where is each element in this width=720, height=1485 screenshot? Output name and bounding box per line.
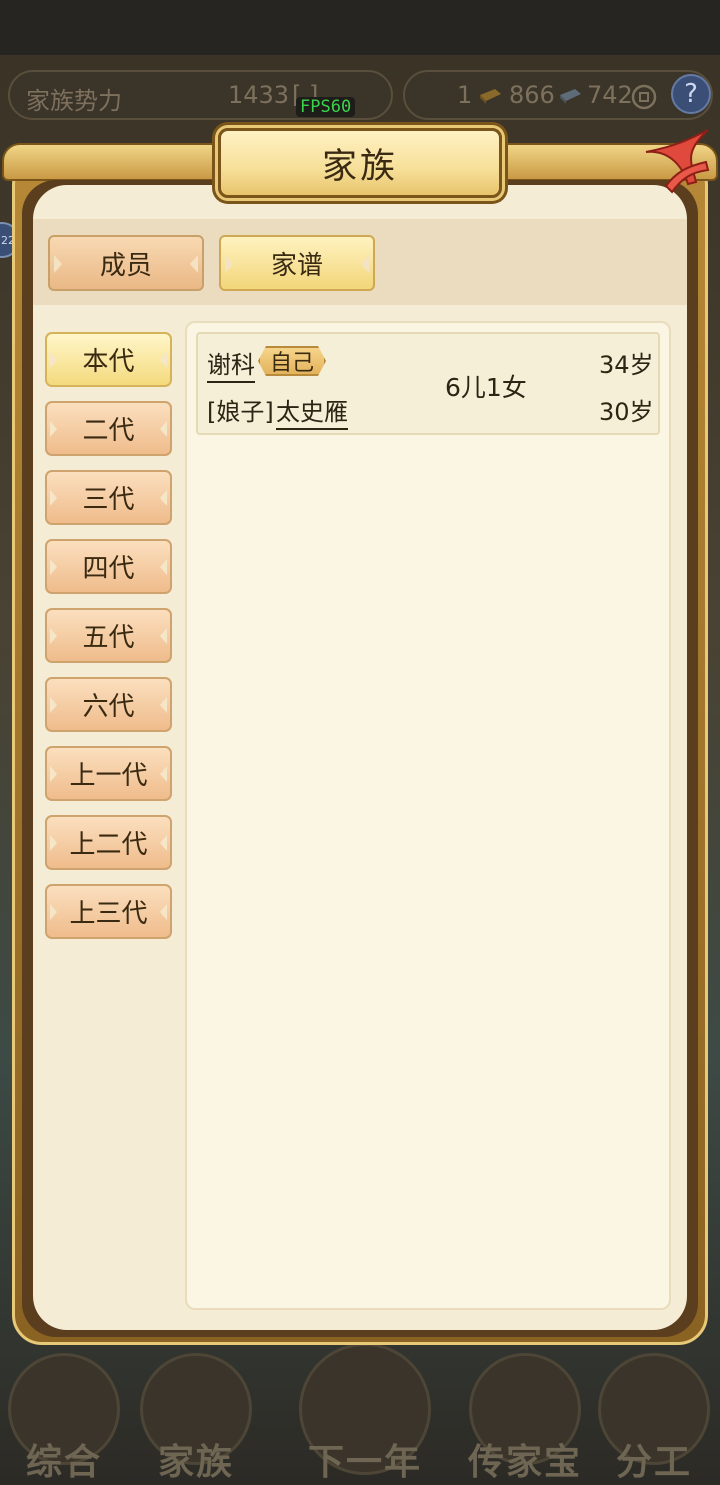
close-button[interactable]: [636, 122, 718, 200]
pedigree-list: [185, 321, 671, 1310]
nav-label: 下一年: [307, 1442, 422, 1483]
gold-value: 866: [509, 81, 555, 109]
nav-family[interactable]: 家族: [136, 1353, 256, 1483]
close-icon: [645, 129, 710, 194]
fps-counter: FPS60: [296, 97, 356, 117]
nav-label: 传家宝: [467, 1442, 582, 1483]
generation-previous-1[interactable]: 上一代: [45, 746, 172, 801]
generation-3[interactable]: 三代: [45, 470, 172, 525]
generation-4[interactable]: 四代: [45, 539, 172, 594]
tab-pedigree[interactable]: 家谱: [219, 235, 375, 291]
nav-heirloom[interactable]: 传家宝: [465, 1353, 585, 1483]
generation-previous-3[interactable]: 上三代: [45, 884, 172, 939]
resource-bar: 1 866 742: [403, 70, 713, 120]
dialog-title: 家族: [218, 128, 502, 198]
husband-name[interactable]: 谢科: [207, 345, 255, 383]
generation-6[interactable]: 六代: [45, 677, 172, 732]
nav-overview[interactable]: 综合: [4, 1353, 124, 1483]
nav-division[interactable]: 分工: [594, 1353, 714, 1483]
children-count: 6儿1女: [445, 373, 527, 402]
status-bar: [0, 0, 720, 55]
generation-current[interactable]: 本代: [45, 332, 172, 387]
husband-age: 34岁: [599, 351, 654, 379]
wife-name[interactable]: 太史雁: [276, 392, 348, 430]
family-power-label: 家族势力: [26, 87, 122, 115]
nav-label: 综合: [25, 1442, 102, 1483]
generation-5[interactable]: 五代: [45, 608, 172, 663]
bottom-nav: 综合 家族 下一年 传家宝 分工: [0, 1343, 720, 1485]
generation-2[interactable]: 二代: [45, 401, 172, 456]
tab-members[interactable]: 成员: [48, 235, 204, 291]
question-icon[interactable]: ?: [671, 74, 711, 114]
nav-next-year[interactable]: 下一年: [285, 1343, 445, 1483]
silver-icon: [555, 81, 585, 109]
wife-age: 30岁: [599, 398, 654, 426]
self-tag: 自己: [258, 346, 326, 376]
silver-value: 742: [587, 81, 633, 109]
resource-1-value: 1: [457, 81, 473, 109]
wife-prefix: [娘子]: [207, 398, 274, 426]
nav-label: 家族: [157, 1442, 234, 1483]
nav-label: 分工: [615, 1442, 692, 1483]
family-power-value: 1433: [228, 81, 290, 109]
coin-icon: [631, 84, 657, 116]
gold-icon: [475, 81, 505, 109]
generation-previous-2[interactable]: 上二代: [45, 815, 172, 870]
